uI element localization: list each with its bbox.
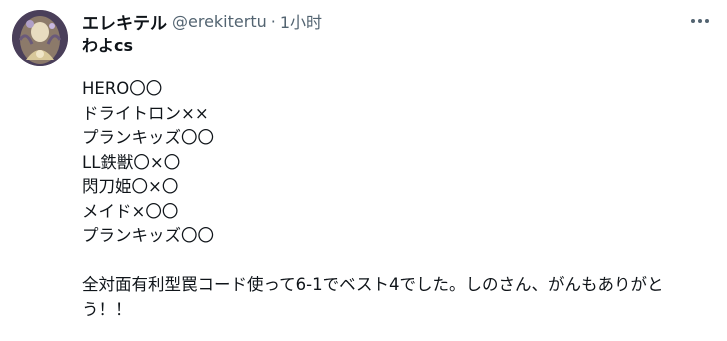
deck-result-line: プランキッズ〇〇	[82, 226, 214, 245]
tweet-body: HERO〇〇 ドライトロン×× プランキッズ〇〇 LL鉄獣〇×〇 閃刀姫〇×〇 …	[82, 77, 712, 322]
author-name[interactable]: エレキテル	[82, 9, 167, 34]
deck-result-line: LL鉄獣〇×〇	[82, 152, 181, 172]
author-handle[interactable]: @erekitertu	[172, 12, 267, 31]
timestamp[interactable]: 1小时	[280, 9, 322, 33]
tweet-card[interactable]: エレキテル @erekitertu · 1小时 わよcs HERO〇〇 ドライト…	[0, 0, 727, 341]
more-horizontal-icon[interactable]	[686, 8, 714, 34]
deck-result-line: メイド×〇〇	[82, 201, 179, 221]
tweet-first-line: わよcs	[82, 36, 134, 55]
tweet-content: エレキテル @erekitertu · 1小时 わよcs HERO〇〇 ドライト…	[82, 10, 712, 322]
deck-result-line: プランキッズ〇〇	[82, 128, 214, 147]
deck-result-line: 閃刀姫〇×〇	[82, 177, 179, 196]
avatar[interactable]	[12, 10, 68, 66]
deck-result-line: ドライトロン××	[82, 103, 209, 123]
separator-dot: ·	[270, 11, 276, 31]
tweet-header: エレキテル @erekitertu · 1小时	[82, 9, 712, 34]
tweet-closing-text: 全対面有利型罠コード使って6-1でベスト4でした。しのさん、がんもありがとう！！	[82, 275, 664, 319]
deck-result-line: HERO〇〇	[82, 79, 163, 98]
